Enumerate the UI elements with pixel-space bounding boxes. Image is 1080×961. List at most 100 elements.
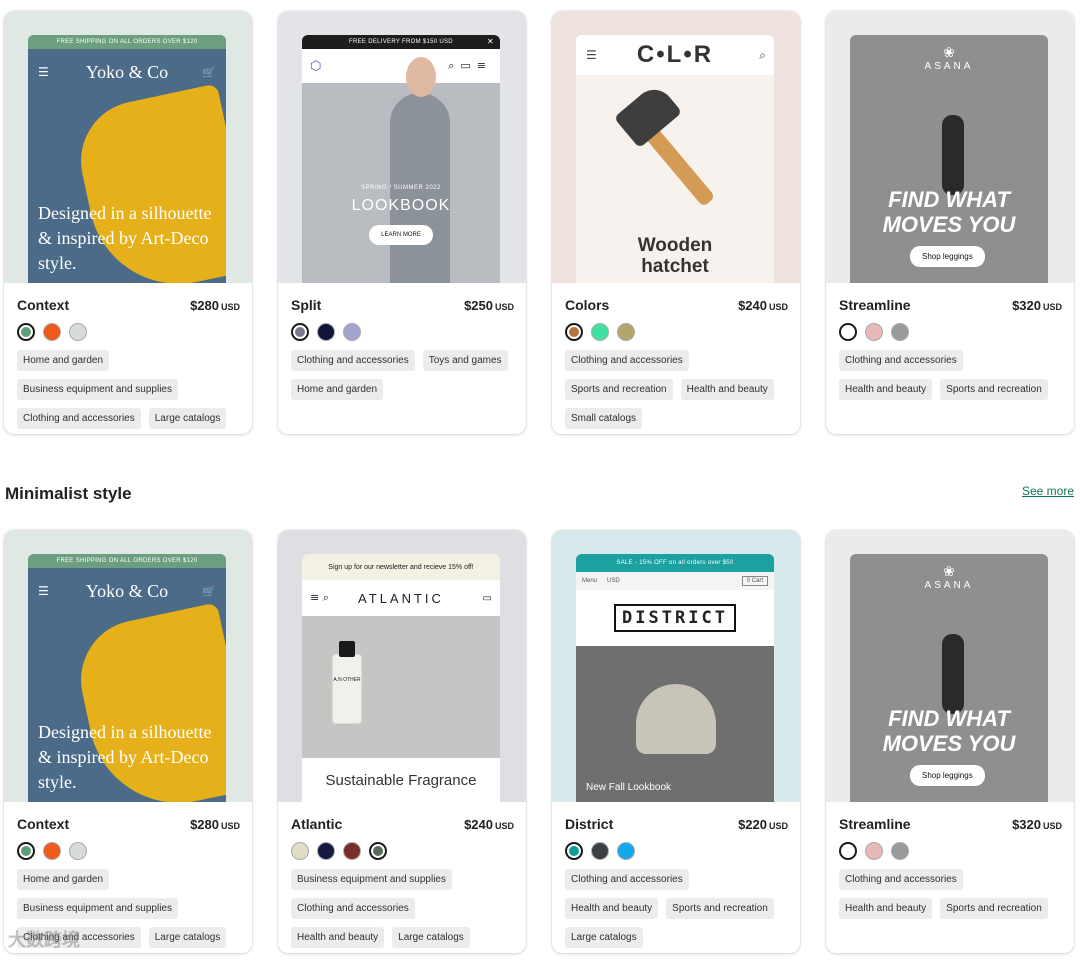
color-swatch[interactable] <box>565 842 583 860</box>
theme-preview[interactable]: FREE SHIPPING ON ALL ORDERS OVER $120 ☰ … <box>4 11 252 283</box>
theme-preview[interactable]: ❀ ASANA FIND WHAT MOVES YOU Shop legging… <box>826 530 1074 802</box>
category-tag: Sports and recreation <box>666 898 774 919</box>
color-swatch[interactable] <box>891 842 909 860</box>
color-swatch[interactable] <box>343 323 361 341</box>
category-tag: Health and beauty <box>680 379 774 400</box>
theme-price: $240 USD <box>738 298 788 313</box>
theme-card-atlantic[interactable]: Sign up for our newsletter and recieve 1… <box>278 530 526 953</box>
menu-link[interactable]: Menu <box>582 578 597 584</box>
color-swatch[interactable] <box>343 842 361 860</box>
color-swatch[interactable] <box>839 842 857 860</box>
color-swatch[interactable] <box>565 323 583 341</box>
theme-name: Streamline <box>839 297 911 313</box>
theme-card-streamline[interactable]: ❀ ASANA FIND WHAT MOVES YOU Shop legging… <box>826 530 1074 953</box>
search-icon: ⌕ <box>448 59 461 72</box>
category-tag: Sports and recreation <box>565 379 673 400</box>
theme-card-streamline[interactable]: ❀ ASANA FIND WHAT MOVES YOU Shop legging… <box>826 11 1074 434</box>
theme-name: Split <box>291 297 322 313</box>
color-swatch[interactable] <box>865 323 883 341</box>
category-tag: Business equipment and supplies <box>17 379 178 400</box>
theme-card-context[interactable]: FREE SHIPPING ON ALL ORDERS OVER $120 ☰ … <box>4 530 252 953</box>
theme-name: Context <box>17 816 70 832</box>
color-swatches <box>839 323 1062 341</box>
tag-list: Clothing and accessories Health and beaut… <box>839 869 1062 919</box>
color-swatch[interactable] <box>591 323 609 341</box>
hero-headline: Designed in a silhouette & inspired by A… <box>38 203 212 273</box>
theme-preview[interactable]: Sign up for our newsletter and recieve 1… <box>278 530 526 802</box>
category-tag: Clothing and accessories <box>291 350 415 371</box>
theme-preview[interactable]: ☰ C•L•R ⌕ Wooden hatchet <box>552 11 800 283</box>
category-tag: Sports and recreation <box>940 898 1048 919</box>
theme-card-district[interactable]: SALE - 15% OFF on all orders over $50 Me… <box>552 530 800 953</box>
color-swatch[interactable] <box>291 323 309 341</box>
promo-banner: FREE SHIPPING ON ALL ORDERS OVER $120 <box>28 554 226 568</box>
hero-headline: FIND WHAT MOVES YOU <box>882 706 1016 756</box>
theme-card-colors[interactable]: ☰ C•L•R ⌕ Wooden hatchet Colors $240 USD … <box>552 11 800 434</box>
section-title: Minimalist style <box>5 484 132 503</box>
menu-icon: ☰ <box>38 65 49 79</box>
tag-list: Business equipment and supplies Clothing … <box>291 869 514 948</box>
category-tag: Clothing and accessories <box>291 898 415 919</box>
hero-caption: New Fall Lookbook <box>586 782 672 793</box>
theme-price: $240 USD <box>464 817 514 832</box>
store-brand: DISTRICT <box>614 604 736 632</box>
category-tag: Large catalogs <box>392 927 470 948</box>
see-more-link[interactable]: See more <box>1022 484 1074 498</box>
color-swatch[interactable] <box>839 323 857 341</box>
color-swatch[interactable] <box>617 842 635 860</box>
store-brand: ASANA <box>924 580 974 591</box>
tag-list: Clothing and accessories Toys and games Ho… <box>291 350 514 400</box>
shop-leggings-button[interactable]: Shop leggings <box>910 246 985 267</box>
color-swatch[interactable] <box>591 842 609 860</box>
theme-preview[interactable]: FREE DELIVERY FROM $150 USD ✕ ⬡ ⌕▭≡ SPRI… <box>278 11 526 283</box>
theme-name: Colors <box>565 297 610 313</box>
category-tag: Health and beauty <box>291 927 385 948</box>
color-swatches <box>17 842 240 860</box>
color-swatch[interactable] <box>317 323 335 341</box>
season-label: SPRING / SUMMER 2022 <box>361 185 441 191</box>
color-swatch[interactable] <box>69 323 87 341</box>
category-tag: Sports and recreation <box>940 379 1048 400</box>
color-swatch[interactable] <box>369 842 387 860</box>
theme-card-split[interactable]: FREE DELIVERY FROM $150 USD ✕ ⬡ ⌕▭≡ SPRI… <box>278 11 526 434</box>
color-swatch[interactable] <box>43 842 61 860</box>
color-swatch[interactable] <box>317 842 335 860</box>
color-swatch[interactable] <box>69 842 87 860</box>
tag-list: Clothing and accessories Sports and recre… <box>565 350 788 429</box>
theme-card-context[interactable]: FREE SHIPPING ON ALL ORDERS OVER $120 ☰ … <box>4 11 252 434</box>
promo-banner: Sign up for our newsletter and recieve 1… <box>302 554 500 580</box>
bottle-label: A.N OTHER <box>333 677 361 683</box>
color-swatch[interactable] <box>17 323 35 341</box>
category-tag: Clothing and accessories <box>839 869 963 890</box>
logo-icon: ⬡ <box>310 58 322 74</box>
product-title: Wooden hatchet <box>637 235 713 277</box>
store-brand: ASANA <box>924 61 974 72</box>
category-tag: Business equipment and supplies <box>291 869 452 890</box>
category-tag: Clothing and accessories <box>839 350 963 371</box>
color-swatch[interactable] <box>617 323 635 341</box>
theme-price: $320 USD <box>1012 298 1062 313</box>
cart-button[interactable]: 0 Cart <box>741 576 768 586</box>
color-swatch[interactable] <box>891 323 909 341</box>
learn-more-button[interactable]: LEARN MORE <box>369 225 433 245</box>
category-tag: Large catalogs <box>565 927 643 948</box>
bag-icon: ▭ <box>482 592 492 604</box>
theme-grid-row-1: FREE SHIPPING ON ALL ORDERS OVER $120 ☰ … <box>4 11 1074 434</box>
currency-select[interactable]: USD <box>607 578 620 584</box>
theme-preview[interactable]: SALE - 15% OFF on all orders over $50 Me… <box>552 530 800 802</box>
category-tag: Toys and games <box>422 350 508 371</box>
theme-preview[interactable]: ❀ ASANA FIND WHAT MOVES YOU Shop legging… <box>826 11 1074 283</box>
close-icon[interactable]: ✕ <box>487 35 494 49</box>
shop-leggings-button[interactable]: Shop leggings <box>910 765 985 786</box>
theme-preview[interactable]: FREE SHIPPING ON ALL ORDERS OVER $120 ☰ … <box>4 530 252 802</box>
hero-image <box>636 684 716 754</box>
promo-banner: FREE DELIVERY FROM $150 USD <box>349 39 453 45</box>
color-swatch[interactable] <box>17 842 35 860</box>
store-brand: ATLANTIC <box>358 590 444 606</box>
category-tag: Home and garden <box>291 379 384 400</box>
color-swatch[interactable] <box>291 842 309 860</box>
promo-banner: SALE - 15% OFF on all orders over $50 <box>576 554 774 572</box>
color-swatch[interactable] <box>865 842 883 860</box>
category-tag: Health and beauty <box>565 898 659 919</box>
color-swatch[interactable] <box>43 323 61 341</box>
